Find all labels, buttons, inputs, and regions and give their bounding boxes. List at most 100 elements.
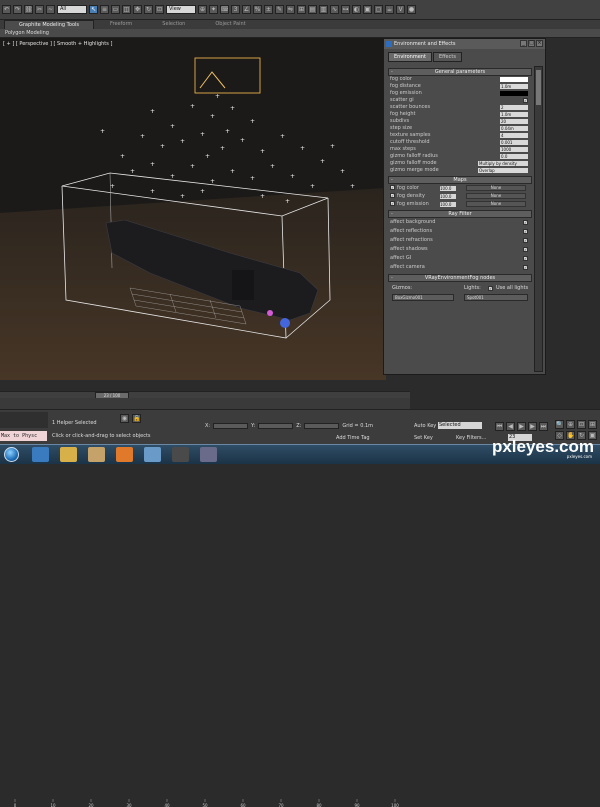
coord-z-field[interactable] — [304, 423, 340, 429]
map-slot-button[interactable]: None — [466, 185, 526, 191]
coord-x-field[interactable] — [213, 423, 249, 429]
scale-icon[interactable]: ⊡ — [155, 5, 164, 14]
tab-object-paint[interactable]: Object Paint — [201, 20, 259, 29]
param-spinner[interactable]: 20 — [500, 119, 528, 124]
scrollbar-thumb[interactable] — [536, 70, 541, 105]
color-swatch[interactable] — [500, 77, 528, 82]
dialog-titlebar[interactable]: Environment and Effects _ □ × — [384, 39, 545, 49]
ray-filter-checkbox[interactable]: ✓ — [523, 265, 528, 270]
ray-filter-checkbox[interactable]: ✓ — [523, 256, 528, 261]
reference-coord-dropdown[interactable]: View — [166, 5, 196, 14]
media-taskbar-icon[interactable] — [88, 447, 105, 462]
window-crossing-icon[interactable]: ◫ — [122, 5, 131, 14]
zoom-extents-icon[interactable]: ⊡ — [577, 420, 586, 429]
track-bar[interactable]: 0 10 20 30 40 50 60 70 80 90 100 — [0, 398, 410, 807]
network-taskbar-icon[interactable] — [144, 447, 161, 462]
move-icon[interactable]: ✥ — [133, 5, 142, 14]
lights-list[interactable]: Spot001 — [464, 294, 528, 301]
tab-effects[interactable]: Effects — [432, 52, 462, 62]
ray-filter-checkbox[interactable]: ✓ — [523, 238, 528, 243]
tab-environment[interactable]: Environment — [388, 52, 432, 62]
rollout-maps-header[interactable]: - Maps — [388, 176, 532, 184]
link-icon[interactable]: ⛓ — [24, 5, 33, 14]
rollout-rayfilter-header[interactable]: - Ray Filter — [388, 210, 532, 218]
map-slot-button[interactable]: None — [466, 193, 526, 199]
goto-end-icon[interactable]: ⏭ — [539, 422, 548, 431]
set-key-button[interactable]: Set Key — [414, 435, 433, 441]
key-mode-dropdown[interactable]: Selected — [438, 422, 482, 429]
select-manipulate-icon[interactable]: ✦ — [209, 5, 218, 14]
zoom-extents-all-icon[interactable]: ⊞ — [588, 420, 597, 429]
select-object-icon[interactable]: ↖ — [89, 5, 98, 14]
graphite-toggle-icon[interactable]: ▥ — [319, 5, 328, 14]
polygon-modeling-panel[interactable]: Polygon Modeling — [0, 29, 600, 38]
curve-editor-icon[interactable]: ∿ — [330, 5, 339, 14]
ray-filter-checkbox[interactable]: ✓ — [523, 229, 528, 234]
map-enable-checkbox[interactable]: ✓ — [390, 201, 395, 206]
map-enable-checkbox[interactable]: ✓ — [390, 193, 395, 198]
rotate-icon[interactable]: ↻ — [144, 5, 153, 14]
param-spinner[interactable]: 1000 — [500, 147, 528, 152]
redo-icon[interactable]: ↷ — [13, 5, 22, 14]
map-enable-checkbox[interactable]: ✓ — [390, 185, 395, 190]
app-taskbar-icon[interactable] — [200, 447, 217, 462]
start-button-icon[interactable] — [4, 447, 19, 462]
bind-space-warp-icon[interactable]: ~ — [46, 5, 55, 14]
teapot-icon[interactable]: ● — [407, 5, 416, 14]
dialog-scrollbar[interactable] — [534, 66, 543, 372]
listener-top[interactable] — [0, 412, 48, 428]
viewport-label[interactable]: [ + ] [ Perspective ] [ Smooth + Highlig… — [3, 41, 112, 47]
percent-snap-icon[interactable]: % — [253, 5, 262, 14]
close-icon[interactable]: × — [536, 40, 543, 47]
tab-graphite-modeling-tools[interactable]: Graphite Modeling Tools — [4, 20, 95, 29]
param-dropdown[interactable]: Multiply by density — [478, 161, 528, 166]
tab-selection[interactable]: Selection — [148, 20, 199, 29]
material-editor-icon[interactable]: ◐ — [352, 5, 361, 14]
zoom-all-icon[interactable]: ⊕ — [566, 420, 575, 429]
param-spinner[interactable]: 2 — [500, 105, 528, 110]
schematic-view-icon[interactable]: ⊶ — [341, 5, 350, 14]
named-selection-icon[interactable]: ✎ — [275, 5, 284, 14]
explorer-taskbar-icon[interactable] — [60, 447, 77, 462]
param-spinner[interactable]: 1.0m — [500, 112, 528, 117]
auto-key-label[interactable]: Auto Key — [414, 423, 436, 429]
map-slot-button[interactable]: None — [466, 201, 526, 207]
rendered-frame-icon[interactable]: ▢ — [374, 5, 383, 14]
key-filters-button[interactable]: Key Filters... — [456, 435, 486, 441]
ie-taskbar-icon[interactable] — [32, 447, 49, 462]
isolate-icon[interactable]: ◉ — [120, 414, 129, 423]
map-amount-spinner[interactable]: 100.0 — [440, 202, 456, 207]
map-amount-spinner[interactable]: 100.0 — [440, 186, 456, 191]
param-dropdown[interactable]: Overlap — [478, 168, 528, 173]
selection-filter-dropdown[interactable]: All — [57, 5, 87, 14]
param-spinner[interactable]: 4 — [500, 133, 528, 138]
use-all-lights-checkbox[interactable]: ✓ — [488, 286, 493, 291]
layer-manager-icon[interactable]: ▤ — [308, 5, 317, 14]
maximize-icon[interactable]: □ — [528, 40, 535, 47]
map-amount-spinner[interactable]: 100.0 — [440, 194, 456, 199]
ray-filter-checkbox[interactable]: ✓ — [523, 220, 528, 225]
play-icon[interactable]: ▶ — [517, 422, 526, 431]
goto-start-icon[interactable]: ⏮ — [495, 422, 504, 431]
param-spinner[interactable]: 0.04m — [500, 126, 528, 131]
zoom-icon[interactable]: 🔍 — [555, 420, 564, 429]
render-production-icon[interactable]: ☕ — [385, 5, 394, 14]
param-spinner[interactable]: 0.001 — [500, 140, 528, 145]
angle-snap-icon[interactable]: ∠ — [242, 5, 251, 14]
rect-selection-icon[interactable]: ▭ — [111, 5, 120, 14]
pivot-center-icon[interactable]: ⊕ — [198, 5, 207, 14]
undo-icon[interactable]: ↶ — [2, 5, 11, 14]
add-time-tag[interactable]: Add Time Tag — [336, 435, 370, 441]
maxscript-listener[interactable]: Max to Physc — [0, 431, 47, 441]
prev-frame-icon[interactable]: ◀ — [506, 422, 515, 431]
selection-lock-icon[interactable]: 🔒 — [132, 414, 141, 423]
snap-toggle-icon[interactable]: 3 — [231, 5, 240, 14]
param-spinner[interactable]: 0.0 — [500, 154, 528, 159]
param-spinner[interactable]: 1.0m — [500, 84, 528, 89]
tab-freeform[interactable]: Freeform — [96, 20, 146, 29]
firefox-taskbar-icon[interactable] — [116, 447, 133, 462]
vray-icon[interactable]: V — [396, 5, 405, 14]
render-setup-icon[interactable]: ▣ — [363, 5, 372, 14]
gizmos-list[interactable]: BoxGizmo001 — [392, 294, 454, 301]
color-swatch[interactable] — [500, 91, 528, 96]
